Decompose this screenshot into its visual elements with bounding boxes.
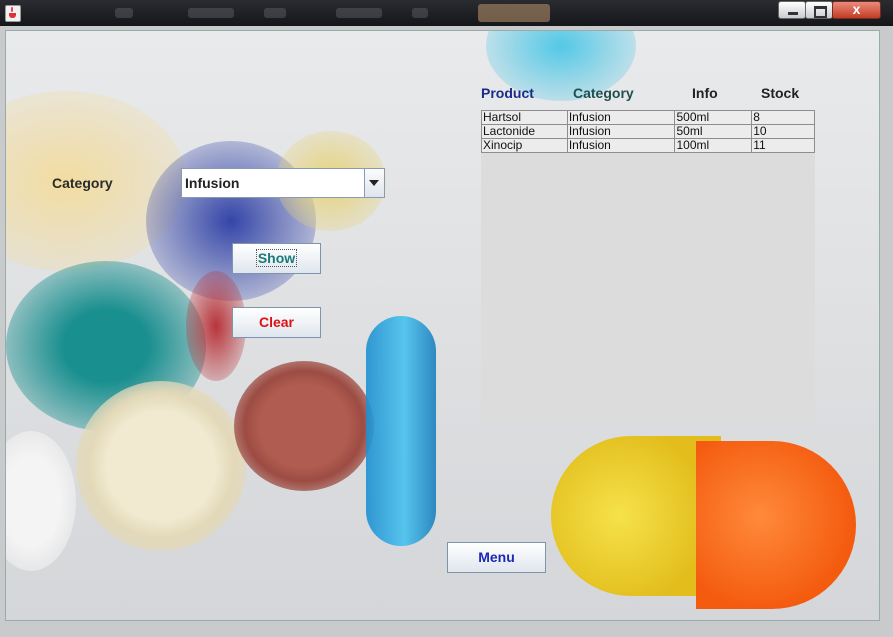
- show-button-label: Show: [255, 249, 298, 267]
- bg-blur: [234, 361, 374, 491]
- table-cell[interactable]: Hartsol: [481, 110, 568, 125]
- main-panel: Category Infusion Show Clear Menu Produc…: [5, 30, 880, 621]
- table-cell[interactable]: Xinocip: [481, 138, 568, 153]
- table-cell[interactable]: 500ml: [674, 110, 753, 125]
- title-bar: x: [0, 0, 893, 26]
- bg-blur: [76, 381, 246, 551]
- bg-blur: [696, 441, 856, 609]
- close-button[interactable]: x: [832, 1, 881, 19]
- show-button[interactable]: Show: [232, 243, 321, 274]
- bg-blur: [366, 316, 436, 546]
- taskbar-blur: [264, 8, 286, 18]
- column-header-product[interactable]: Product: [481, 85, 534, 101]
- table-cell[interactable]: Infusion: [566, 138, 676, 153]
- table-cell[interactable]: 10: [751, 124, 815, 139]
- table-cell[interactable]: 8: [751, 110, 815, 125]
- taskbar-blur: [115, 8, 133, 18]
- table-cell[interactable]: 11: [751, 138, 815, 153]
- table-row[interactable]: Lactonide Infusion 50ml 10: [481, 124, 815, 139]
- table-row[interactable]: Hartsol Infusion 500ml 8: [481, 110, 815, 125]
- chevron-down-icon: [369, 180, 379, 186]
- minimize-icon: [788, 12, 798, 15]
- table-cell[interactable]: Lactonide: [481, 124, 568, 139]
- menu-button[interactable]: Menu: [447, 542, 546, 573]
- maximize-button[interactable]: [805, 1, 833, 19]
- table-cell[interactable]: Infusion: [566, 110, 676, 125]
- category-dropdown-value: Infusion: [185, 175, 240, 191]
- bg-blur: [6, 431, 76, 571]
- window-frame: Category Infusion Show Clear Menu Produc…: [0, 26, 893, 637]
- clear-button[interactable]: Clear: [232, 307, 321, 338]
- table-row[interactable]: Xinocip Infusion 100ml 11: [481, 138, 815, 153]
- column-header-stock[interactable]: Stock: [761, 85, 799, 101]
- table-cell[interactable]: 50ml: [674, 124, 753, 139]
- category-dropdown[interactable]: Infusion: [181, 168, 385, 198]
- dropdown-arrow-button[interactable]: [364, 169, 384, 197]
- category-label: Category: [52, 175, 113, 191]
- taskbar-blur: [336, 8, 382, 18]
- close-icon: x: [852, 1, 861, 17]
- table-cell[interactable]: 100ml: [674, 138, 753, 153]
- maximize-icon: [814, 6, 827, 18]
- column-header-category[interactable]: Category: [573, 85, 634, 101]
- results-table[interactable]: Hartsol Infusion 500ml 8 Lactonide Infus…: [481, 110, 815, 422]
- taskbar-blur: [412, 8, 428, 18]
- taskbar-blur: [478, 4, 550, 22]
- taskbar-blur: [188, 8, 234, 18]
- table-cell[interactable]: Infusion: [566, 124, 676, 139]
- column-header-info[interactable]: Info: [692, 85, 718, 101]
- java-app-icon: [5, 5, 21, 22]
- minimize-button[interactable]: [778, 1, 806, 19]
